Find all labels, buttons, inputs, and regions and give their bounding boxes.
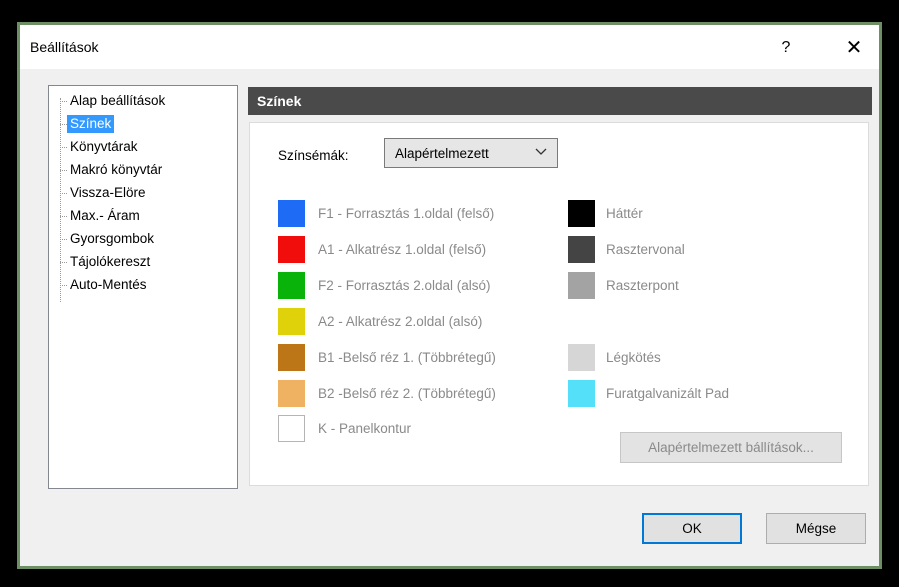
color-label: K - Panelkontur xyxy=(318,421,412,436)
tree-connector-tick xyxy=(60,147,67,148)
tree-item[interactable]: Auto-Mentés xyxy=(67,276,150,294)
color-swatch[interactable] xyxy=(278,308,305,335)
tree-item[interactable]: Tájolókereszt xyxy=(67,253,153,271)
cancel-button[interactable]: Mégse xyxy=(766,513,866,544)
tree-item[interactable]: Max.- Áram xyxy=(67,207,143,225)
section-title: Színek xyxy=(257,93,302,109)
color-label: B1 -Belső réz 1. (Többrétegű) xyxy=(318,350,496,365)
tree-connector-tick xyxy=(60,239,67,240)
tree-connector-tick xyxy=(60,216,67,217)
scheme-label: Színsémák: xyxy=(278,148,349,163)
tree-item[interactable]: Alap beállítások xyxy=(67,92,168,110)
color-label: A1 - Alkatrész 1.oldal (felső) xyxy=(318,242,487,257)
close-button[interactable]: ✕ xyxy=(836,33,872,63)
settings-tree[interactable]: Alap beállítások Színek Könyvtárak Makró kö… xyxy=(48,85,238,489)
tree-item[interactable]: Könyvtárak xyxy=(67,138,141,156)
color-label: Háttér xyxy=(606,206,643,221)
color-label: F2 - Forrasztás 2.oldal (alsó) xyxy=(318,278,491,293)
color-swatch[interactable] xyxy=(568,236,595,263)
tree-connector-tick xyxy=(60,170,67,171)
color-label: Furatgalvanizált Pad xyxy=(606,386,730,401)
tree-item[interactable]: Makró könyvtár xyxy=(67,161,165,179)
section-header: Színek xyxy=(248,87,872,115)
scheme-select-value: Alapértelmezett xyxy=(395,146,489,161)
colors-panel: Színsémák: Alapértelmezett Alapértelmeze… xyxy=(249,122,869,486)
color-swatch[interactable] xyxy=(568,200,595,227)
color-swatch[interactable] xyxy=(278,415,305,442)
color-swatch[interactable] xyxy=(568,380,595,407)
tree-item[interactable]: Gyorsgombok xyxy=(67,230,157,248)
chevron-down-icon xyxy=(534,144,548,161)
tree-item[interactable]: Színek xyxy=(67,115,115,133)
color-label: Légkötés xyxy=(606,350,661,365)
settings-dialog: Beállítások ? ✕ Alap beállítások Színek Kö… xyxy=(20,25,879,566)
color-swatch[interactable] xyxy=(278,380,305,407)
color-label: Raszterpont xyxy=(606,278,679,293)
tree-connector-tick xyxy=(60,193,67,194)
color-swatch[interactable] xyxy=(568,344,595,371)
ok-button[interactable]: OK xyxy=(642,513,742,544)
tree-connector xyxy=(60,98,61,302)
tree-connector-tick xyxy=(60,285,67,286)
color-swatch[interactable] xyxy=(278,236,305,263)
color-label: A2 - Alkatrész 2.oldal (alsó) xyxy=(318,314,483,329)
help-button[interactable]: ? xyxy=(770,33,802,63)
title-bar: Beállítások ? ✕ xyxy=(20,25,879,69)
color-swatch[interactable] xyxy=(278,272,305,299)
color-swatch[interactable] xyxy=(568,272,595,299)
tree-connector-tick xyxy=(60,124,67,125)
tree-connector-tick xyxy=(60,101,67,102)
tree-item[interactable]: Vissza-Elöre xyxy=(67,184,149,202)
color-swatch[interactable] xyxy=(278,200,305,227)
color-label: Rasztervonal xyxy=(606,242,685,257)
color-swatch[interactable] xyxy=(278,344,305,371)
color-label: F1 - Forrasztás 1.oldal (felső) xyxy=(318,206,495,221)
tree-connector-tick xyxy=(60,262,67,263)
color-label: B2 -Belső réz 2. (Többrétegű) xyxy=(318,386,496,401)
restore-defaults-button[interactable]: Alapértelmezett bállítások... xyxy=(620,432,842,463)
window-title: Beállítások xyxy=(30,39,99,55)
scheme-select[interactable]: Alapértelmezett xyxy=(384,138,558,168)
